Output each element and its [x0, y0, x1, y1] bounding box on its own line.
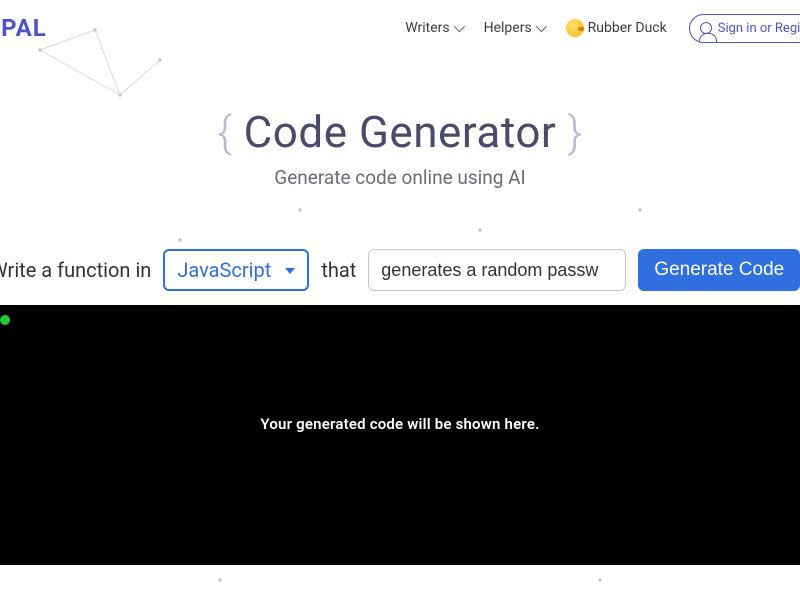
prompt-mid: that — [321, 258, 356, 282]
nav-rubber-duck[interactable]: Rubber Duck — [566, 19, 667, 37]
page-title: { Code Generator } — [0, 106, 800, 158]
header: DEPAL Writers Helpers Rubber Duck Sign i… — [0, 0, 800, 56]
code-output-panel: Your generated code will be shown here. — [0, 305, 800, 565]
task-input[interactable] — [368, 249, 626, 291]
chevron-down-icon — [535, 21, 546, 32]
brace-close-icon: } — [568, 106, 583, 158]
user-icon — [700, 22, 712, 34]
brand-part2: PAL — [1, 14, 47, 42]
prompt-prefix: Write a function in — [0, 258, 151, 282]
nav-rubber-duck-label: Rubber Duck — [588, 20, 667, 36]
traffic-light-icon — [0, 315, 10, 325]
nav-writers-label: Writers — [405, 20, 449, 36]
dropdown-caret-icon — [285, 268, 295, 274]
page-title-text: Code Generator — [244, 106, 557, 158]
signin-label: Sign in or Regis — [718, 21, 800, 36]
window-controls — [0, 315, 10, 325]
brand-logo[interactable]: DEPAL — [0, 14, 47, 42]
page-subtitle: Generate code online using AI — [0, 166, 800, 189]
code-output-placeholder: Your generated code will be shown here. — [0, 415, 800, 433]
brace-open-icon: { — [217, 106, 232, 158]
language-select-value: JavaScript — [177, 258, 271, 282]
chevron-down-icon — [453, 21, 464, 32]
nav-helpers[interactable]: Helpers — [484, 20, 544, 36]
prompt-row: Write a function in JavaScript that Gene… — [0, 249, 800, 291]
nav-helpers-label: Helpers — [484, 20, 532, 36]
signin-button[interactable]: Sign in or Regis — [689, 14, 800, 43]
nav-links: Writers Helpers Rubber Duck Sign in or R… — [405, 14, 800, 43]
hero: { Code Generator } Generate code online … — [0, 106, 800, 189]
language-select[interactable]: JavaScript — [163, 249, 309, 291]
nav-writers[interactable]: Writers — [405, 20, 461, 36]
rubber-duck-icon — [566, 19, 584, 37]
generate-code-button[interactable]: Generate Code — [638, 249, 800, 291]
